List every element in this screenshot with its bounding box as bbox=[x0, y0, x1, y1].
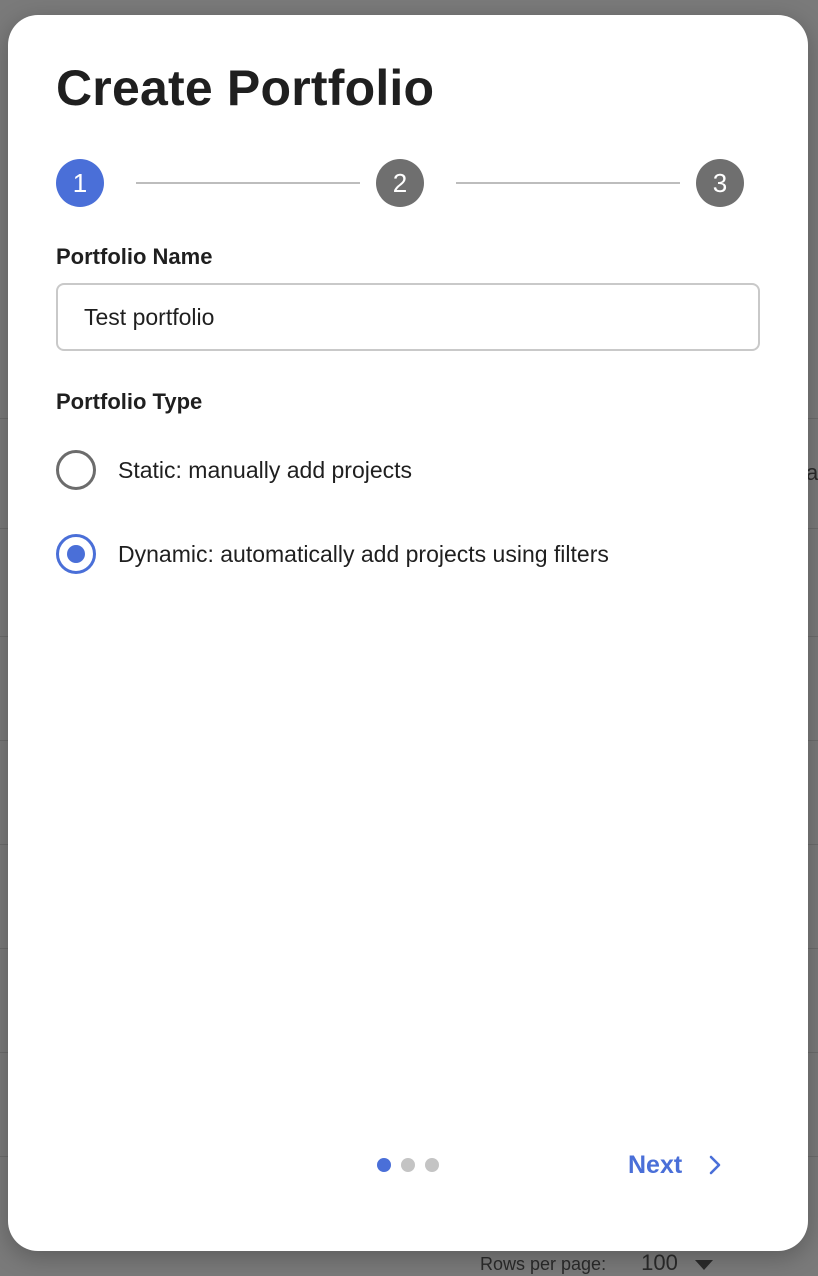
rows-per-page-label: Rows per page: bbox=[480, 1254, 607, 1274]
next-button[interactable]: Next bbox=[620, 1147, 730, 1183]
portfolio-name-label: Portfolio Name bbox=[56, 244, 213, 269]
next-button-label: Next bbox=[628, 1150, 683, 1179]
portfolio-type-label: Portfolio Type bbox=[56, 389, 203, 414]
portfolio-name-input[interactable] bbox=[56, 283, 760, 351]
pagination-dots bbox=[377, 1158, 449, 1172]
radio-dot bbox=[67, 545, 85, 563]
radio-unchecked-icon[interactable] bbox=[56, 450, 96, 490]
page-dot-active bbox=[377, 1158, 391, 1172]
option-label: Static: manually add projects bbox=[118, 456, 413, 483]
rows-per-page-control: Rows per page: 100 bbox=[480, 1250, 713, 1276]
step-1-indicator: 1 bbox=[56, 159, 104, 207]
rows-per-page-value: 100 bbox=[641, 1250, 678, 1275]
page-dot bbox=[425, 1158, 439, 1172]
portfolio-type-option-static[interactable]: Static: manually add projects bbox=[56, 450, 412, 490]
step-3-indicator: 3 bbox=[696, 159, 744, 207]
stepper-connector bbox=[456, 182, 680, 184]
page-dot bbox=[401, 1158, 415, 1172]
portfolio-type-option-dynamic[interactable]: Dynamic: automatically add projects usin… bbox=[56, 534, 609, 574]
caret-down-icon bbox=[694, 1260, 713, 1271]
stepper-connector bbox=[136, 182, 360, 184]
radio-checked-icon[interactable] bbox=[56, 534, 96, 574]
dialog-title: Create Portfolio bbox=[56, 60, 435, 116]
create-portfolio-dialog: Create Portfolio 1 2 3 Portfolio Name Po… bbox=[8, 15, 808, 1251]
step-2-indicator: 2 bbox=[376, 159, 424, 207]
chevron-right-icon bbox=[708, 1154, 722, 1176]
option-label: Dynamic: automatically add projects usin… bbox=[118, 540, 609, 567]
